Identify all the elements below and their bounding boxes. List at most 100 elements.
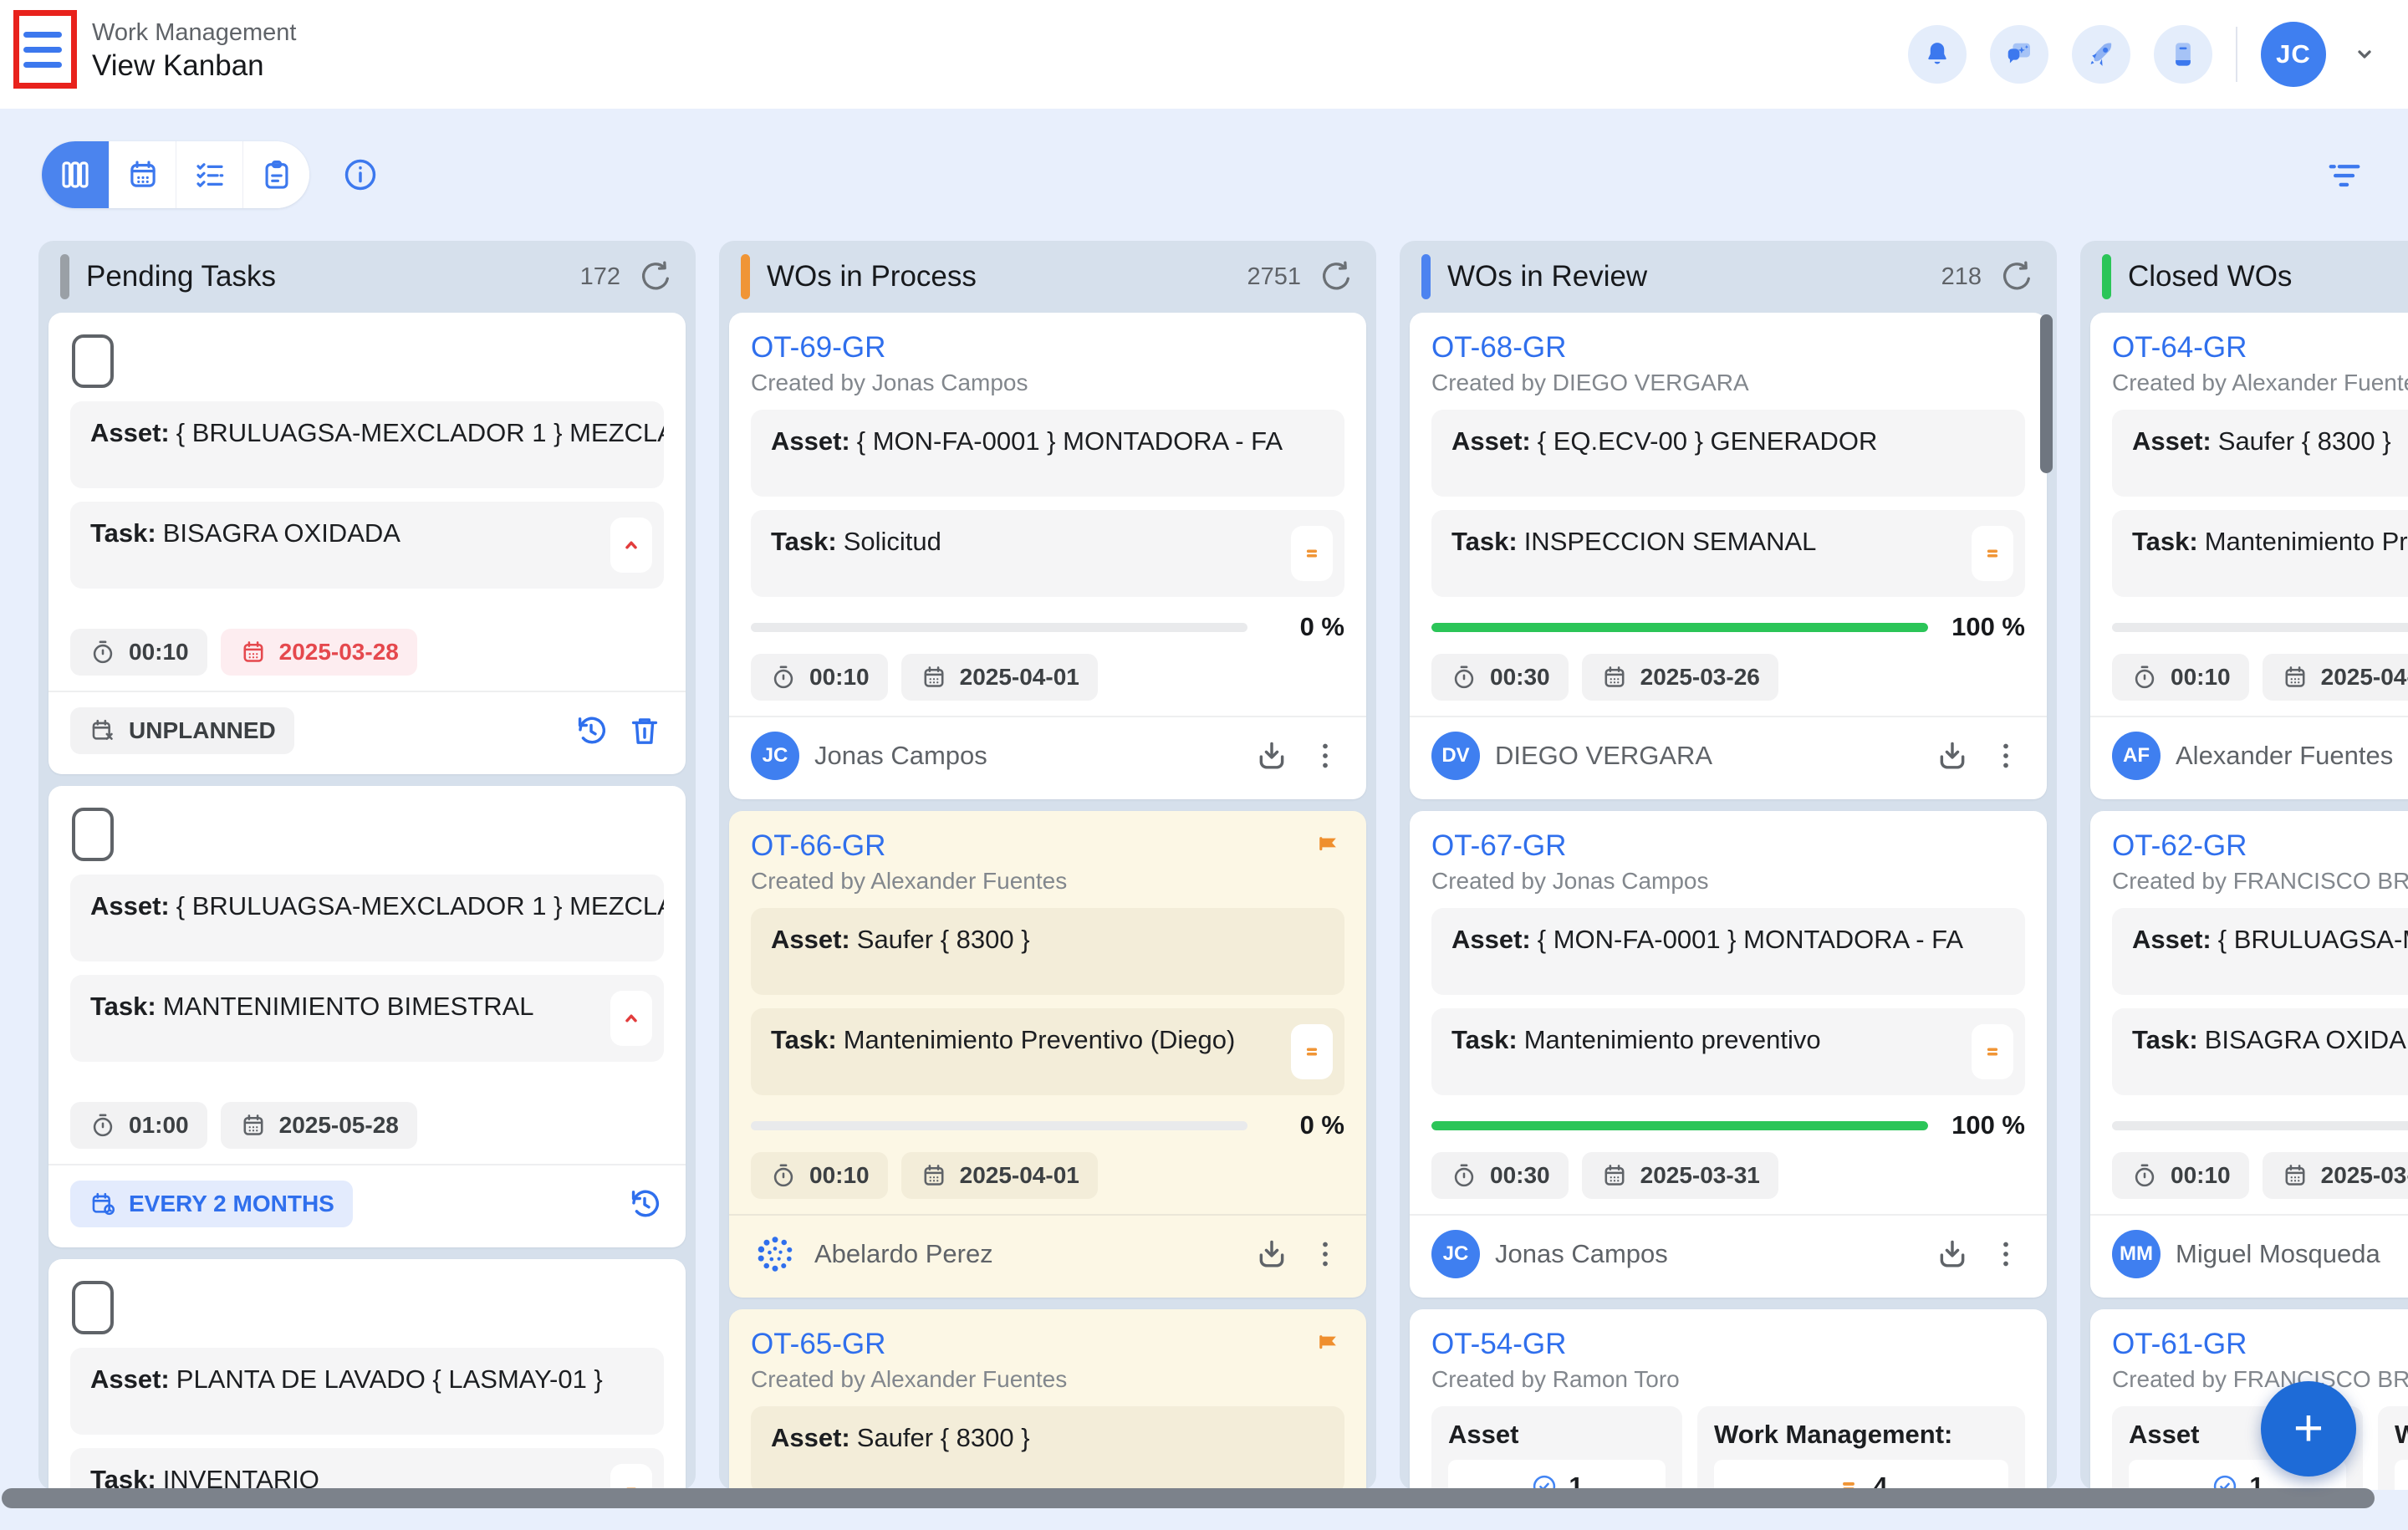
- task-checkbox[interactable]: [72, 334, 114, 388]
- work-order-card[interactable]: OT-65-GR Created by Alexander Fuentes As…: [729, 1309, 1366, 1490]
- card-divider: [1410, 1214, 2047, 1216]
- field-value: INVENTARIO: [163, 1465, 319, 1490]
- work-order-card[interactable]: OT-62-GR Created by FRANCISCO BRU Asset:…: [2090, 811, 2408, 1298]
- work-order-link[interactable]: OT-66-GR: [751, 828, 885, 864]
- list-view-button[interactable]: [176, 141, 242, 208]
- clipboard-view-button[interactable]: [242, 141, 309, 208]
- priority-button[interactable]: [1291, 526, 1333, 581]
- card-menu-button[interactable]: [1987, 737, 2025, 775]
- info-button[interactable]: [341, 156, 380, 194]
- column-scrollbar-thumb[interactable]: [2040, 314, 2053, 473]
- column-refresh-button[interactable]: [1318, 258, 1354, 295]
- field-value: { MON-FA-0001 } MONTADORA - FA: [857, 426, 1283, 456]
- view-switcher: [42, 141, 309, 208]
- asset-count: 1: [1448, 1460, 1666, 1490]
- calendar-icon: [239, 1111, 268, 1140]
- work-order-link[interactable]: OT-64-GR: [2112, 329, 2247, 366]
- download-button[interactable]: [1933, 737, 1972, 775]
- priority-button[interactable]: [610, 518, 652, 573]
- card-menu-button[interactable]: [1987, 1235, 2025, 1273]
- priority-button[interactable]: [1291, 1024, 1333, 1079]
- work-order-link[interactable]: OT-54-GR: [1431, 1326, 1566, 1363]
- task-card[interactable]: Asset:{ BRULUAGSA-MEXCLADOR 1 } MEZCLADO…: [48, 313, 686, 774]
- download-button[interactable]: [1252, 1235, 1291, 1273]
- task-card[interactable]: Asset:PLANTA DE LAVADO { LASMAY-01 } Tas…: [48, 1259, 686, 1490]
- work-order-card[interactable]: OT-69-GR Created by Jonas Campos Asset:{…: [729, 313, 1366, 799]
- work-order-summary-card[interactable]: OT-61-GR Created by FRANCISCO BRU Asset …: [2090, 1309, 2408, 1490]
- card-footer: AF Alexander Fuentes: [2112, 729, 2408, 783]
- filter-button[interactable]: [2323, 153, 2366, 196]
- flag-icon-wrap: [1313, 833, 1344, 869]
- docs-button[interactable]: [2154, 25, 2212, 84]
- horizontal-scrollbar[interactable]: [2, 1488, 2375, 1508]
- delete-button[interactable]: [625, 711, 664, 750]
- work-order-card[interactable]: OT-68-GR Created by DIEGO VERGARA Asset:…: [1410, 313, 2047, 799]
- task-checkbox[interactable]: [72, 808, 114, 861]
- work-order-card[interactable]: OT-66-GR Created by Alexander Fuentes As…: [729, 811, 1366, 1298]
- chevron-up-icon: [619, 533, 644, 558]
- account-menu-button[interactable]: [2349, 39, 2380, 69]
- column-refresh-button[interactable]: [1998, 258, 2035, 295]
- assignee-name: Jonas Campos: [1495, 1239, 1918, 1269]
- priority-button[interactable]: [610, 1464, 652, 1490]
- card-menu-button[interactable]: [1306, 737, 1344, 775]
- field-label: Asset:: [2132, 925, 2212, 954]
- schedule-status-chip: EVERY 2 MONTHS: [70, 1181, 353, 1227]
- work-order-link[interactable]: OT-61-GR: [2112, 1326, 2247, 1363]
- kanban-column: WOs in Review 218 OT-68-GR Created by DI…: [1400, 241, 2057, 1490]
- work-order-link[interactable]: OT-65-GR: [751, 1326, 885, 1363]
- whats-new-button[interactable]: [2072, 25, 2130, 84]
- field-value: MANTENIMIENTO BIMESTRAL: [163, 992, 534, 1021]
- summary-boxes: Asset 1 Work Management:: [2112, 1406, 2408, 1490]
- estimated-time-chip: 00:10: [751, 1152, 888, 1199]
- progress-percent: 100 %: [1948, 612, 2025, 642]
- work-order-summary-card[interactable]: OT-54-GR Created by Ramon Toro Asset 1 W…: [1410, 1309, 2047, 1490]
- progress-row: [2112, 1110, 2408, 1140]
- top-bar: Work Management View Kanban: [0, 0, 2408, 109]
- estimated-time-chip: 00:10: [2112, 1152, 2249, 1199]
- progress-track: [1431, 1121, 1928, 1130]
- chat-assistant-button[interactable]: [1990, 25, 2048, 84]
- priority-button[interactable]: [1972, 526, 2013, 581]
- estimated-time-chip: 00:10: [2112, 654, 2249, 701]
- column-cards: OT-64-GR Created by Alexander Fuentes As…: [2080, 313, 2408, 1490]
- calendar-view-icon: [125, 157, 161, 192]
- calendar-icon: [920, 1161, 948, 1190]
- download-button[interactable]: [1933, 1235, 1972, 1273]
- work-order-card[interactable]: OT-64-GR Created by Alexander Fuentes As…: [2090, 313, 2408, 799]
- field-label: Task:: [2132, 1025, 2198, 1054]
- priority-button[interactable]: [610, 991, 652, 1046]
- work-management-count: 4: [1714, 1460, 2008, 1490]
- history-button[interactable]: [625, 1185, 664, 1223]
- card-divider: [48, 691, 686, 692]
- user-avatar[interactable]: JC: [2261, 22, 2326, 87]
- task-checkbox[interactable]: [72, 1281, 114, 1334]
- chips-row: 00:10 2025-04-01: [2112, 654, 2408, 701]
- work-order-link[interactable]: OT-62-GR: [2112, 828, 2247, 864]
- add-work-order-button[interactable]: +: [2261, 1381, 2356, 1476]
- notifications-button[interactable]: [1908, 25, 1967, 84]
- kanban-view-button[interactable]: [42, 141, 109, 208]
- assignee-name: DIEGO VERGARA: [1495, 741, 1918, 771]
- card-menu-button[interactable]: [1306, 1235, 1344, 1273]
- work-order-link[interactable]: OT-68-GR: [1431, 329, 1566, 366]
- work-order-card[interactable]: OT-67-GR Created by Jonas Campos Asset:{…: [1410, 811, 2047, 1298]
- priority-button[interactable]: [1972, 1024, 2013, 1079]
- column-count: 172: [580, 263, 620, 291]
- assignee-name: Jonas Campos: [814, 741, 1237, 771]
- column-refresh-button[interactable]: [637, 258, 674, 295]
- download-button[interactable]: [1252, 737, 1291, 775]
- task-field: Task:BISAGRA OXIDADA: [2112, 1008, 2408, 1095]
- field-label: Task:: [2132, 527, 2198, 556]
- calendar-x-icon: [89, 717, 117, 745]
- asset-field: Asset:Saufer { 8300 }: [751, 908, 1344, 995]
- history-button[interactable]: [572, 711, 610, 750]
- work-order-link[interactable]: OT-67-GR: [1431, 828, 1566, 864]
- card-footer: JC Jonas Campos: [751, 729, 1344, 783]
- schedule-status-chip: UNPLANNED: [70, 707, 294, 754]
- due-date-chip: 2025-03-31: [1582, 1152, 1778, 1199]
- task-card[interactable]: Asset:{ BRULUAGSA-MEXCLADOR 1 } MEZCLADO…: [48, 786, 686, 1247]
- calendar-view-button[interactable]: [109, 141, 176, 208]
- work-order-link[interactable]: OT-69-GR: [751, 329, 885, 366]
- task-field: Task:Solicitud: [751, 510, 1344, 597]
